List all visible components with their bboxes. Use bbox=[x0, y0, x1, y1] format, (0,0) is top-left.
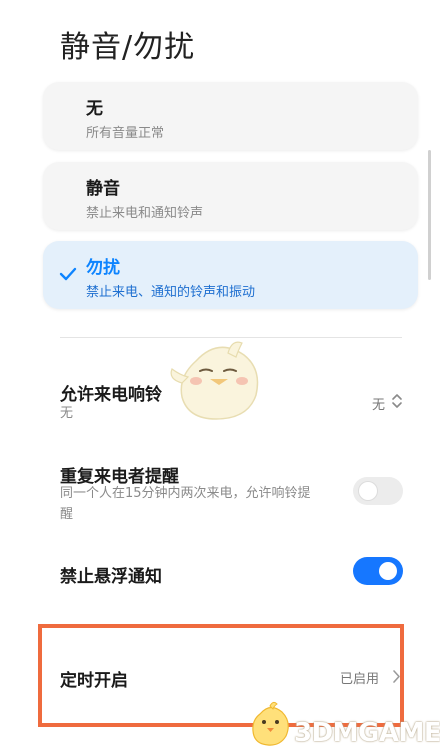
block-floating-title: 禁止悬浮通知 bbox=[60, 567, 162, 587]
scrollbar[interactable] bbox=[428, 150, 431, 280]
logo-mascot-icon bbox=[252, 701, 289, 746]
site-logo: 3DMGAME bbox=[246, 700, 440, 750]
watermark-text: 3DMGAME bbox=[294, 718, 440, 748]
mode-option-silent[interactable]: 静音 禁止来电和通知铃声 bbox=[43, 162, 418, 230]
mode-subtitle: 所有音量正常 bbox=[86, 126, 165, 141]
repeat-callers-subtitle-line1: 同一个人在15分钟内两次来电，允许响铃提 bbox=[60, 486, 311, 501]
check-icon bbox=[59, 267, 77, 281]
block-floating-toggle[interactable] bbox=[353, 557, 403, 585]
mode-title: 勿扰 bbox=[86, 258, 120, 278]
mode-title: 静音 bbox=[86, 179, 120, 199]
mode-title: 无 bbox=[86, 99, 103, 119]
repeat-callers-subtitle-line2: 醒 bbox=[60, 507, 74, 522]
mode-option-none[interactable]: 无 所有音量正常 bbox=[43, 82, 418, 150]
mode-subtitle: 禁止来电和通知铃声 bbox=[86, 206, 204, 221]
toggle-knob bbox=[359, 482, 377, 500]
repeat-callers-toggle[interactable] bbox=[353, 477, 403, 505]
mode-option-dnd[interactable]: 勿扰 禁止来电、通知的铃声和振动 bbox=[43, 241, 418, 309]
allow-calls-value: 无 bbox=[372, 398, 386, 413]
toggle-knob bbox=[379, 562, 397, 580]
allow-calls-title: 允许来电响铃 bbox=[60, 385, 162, 405]
mascot-watermark-icon bbox=[170, 341, 259, 420]
mode-subtitle: 禁止来电、通知的铃声和振动 bbox=[86, 285, 256, 300]
page-title: 静音/勿扰 bbox=[60, 30, 196, 65]
allow-calls-subtitle: 无 bbox=[60, 406, 74, 421]
updown-chevron-icon bbox=[392, 394, 402, 408]
